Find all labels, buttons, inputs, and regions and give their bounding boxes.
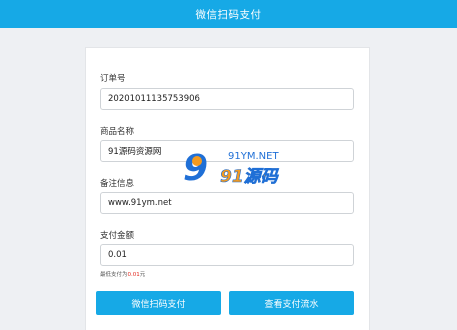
amount-field[interactable]: 0.01 xyxy=(100,244,354,266)
wechat-pay-button[interactable]: 微信扫码支付 xyxy=(96,291,221,315)
hint-prefix: 最低支付为 xyxy=(100,272,128,278)
hint-suffix: 元 xyxy=(139,272,146,278)
product-name-label: 商品名称 xyxy=(100,127,135,137)
product-name-field[interactable]: 91源码资源网 xyxy=(100,140,354,162)
payment-form-card: 订单号 20201011135753906 商品名称 91源码资源网 备注信息 … xyxy=(85,47,370,330)
note-label: 备注信息 xyxy=(100,179,135,189)
page-title: 微信扫码支付 xyxy=(195,8,262,21)
view-payment-flow-button[interactable]: 查看支付流水 xyxy=(229,291,354,315)
minimum-payment-hint: 最低支付为0.01元 xyxy=(100,270,145,278)
hint-amount: 0.01 xyxy=(127,272,140,278)
note-field[interactable]: www.91ym.net xyxy=(100,192,354,214)
amount-label: 支付金额 xyxy=(100,231,135,241)
order-no-label: 订单号 xyxy=(100,74,126,84)
order-no-field[interactable]: 20201011135753906 xyxy=(100,88,354,110)
header-bar: 微信扫码支付 xyxy=(0,0,457,28)
